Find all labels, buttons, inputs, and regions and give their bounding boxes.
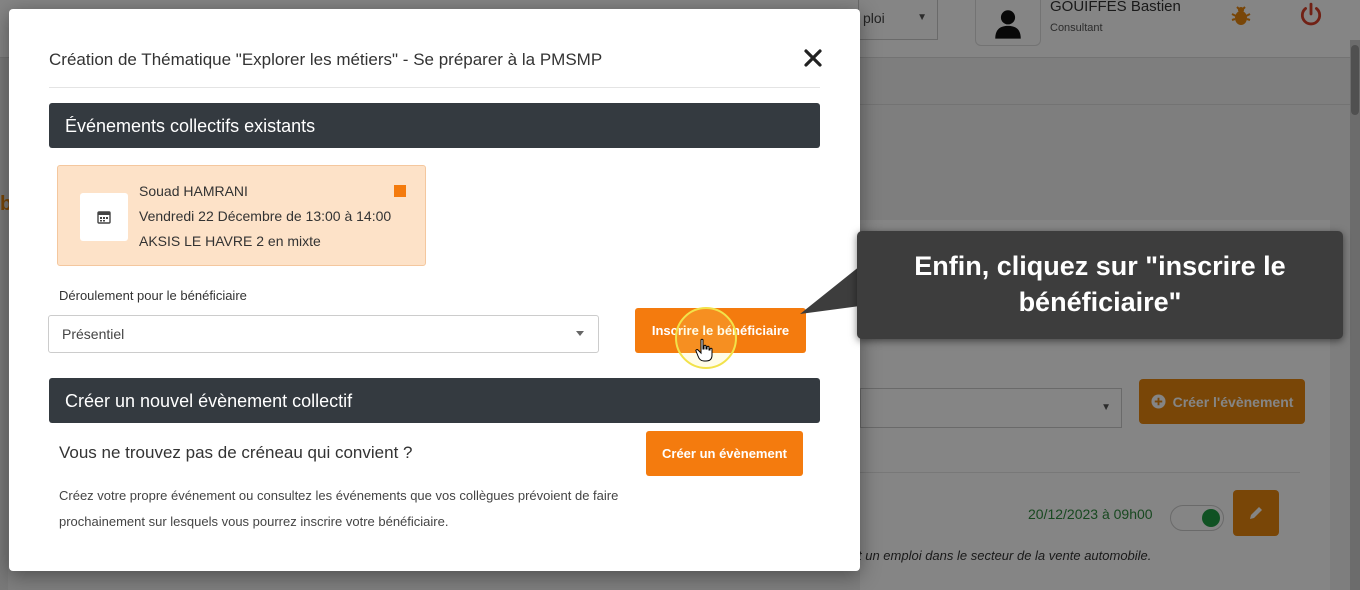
event-location: AKSIS LE HAVRE 2 en mixte <box>139 233 321 249</box>
create-thematic-modal: Création de Thématique "Explorer les mét… <box>9 9 860 571</box>
create-event-modal-button[interactable]: Créer un évènement <box>646 431 803 476</box>
modal-title: Création de Thématique "Explorer les mét… <box>49 50 603 69</box>
no-slot-title: Vous ne trouvez pas de créneau qui convi… <box>59 443 413 462</box>
event-datetime: Vendredi 22 Décembre de 13:00 à 14:00 <box>139 208 392 224</box>
mode-label: Déroulement pour le bénéficiaire <box>59 288 247 303</box>
close-icon[interactable] <box>802 47 824 69</box>
tooltip-text: Enfin, cliquez sur "inscrire le bénéfici… <box>914 251 1286 317</box>
existing-events-heading: Événements collectifs existants <box>49 103 820 148</box>
calendar-icon-box <box>80 193 128 241</box>
create-event-modal-label: Créer un évènement <box>662 446 787 461</box>
mode-select[interactable]: Présentiel <box>48 315 599 353</box>
hand-cursor-icon <box>695 338 713 362</box>
mode-select-value: Présentiel <box>62 326 125 342</box>
modal-divider <box>49 87 820 88</box>
tutorial-tooltip: Enfin, cliquez sur "inscrire le bénéfici… <box>857 231 1343 339</box>
calendar-icon <box>97 211 111 224</box>
chevron-down-icon <box>576 331 584 336</box>
tooltip-pointer <box>800 266 860 314</box>
no-slot-description: Créez votre propre événement ou consulte… <box>59 488 619 529</box>
event-person: Souad HAMRANI <box>139 183 248 199</box>
event-card[interactable]: Souad HAMRANI Vendredi 22 Décembre de 13… <box>57 165 426 266</box>
event-color-marker <box>394 185 406 197</box>
new-event-heading: Créer un nouvel évènement collectif <box>49 378 820 423</box>
